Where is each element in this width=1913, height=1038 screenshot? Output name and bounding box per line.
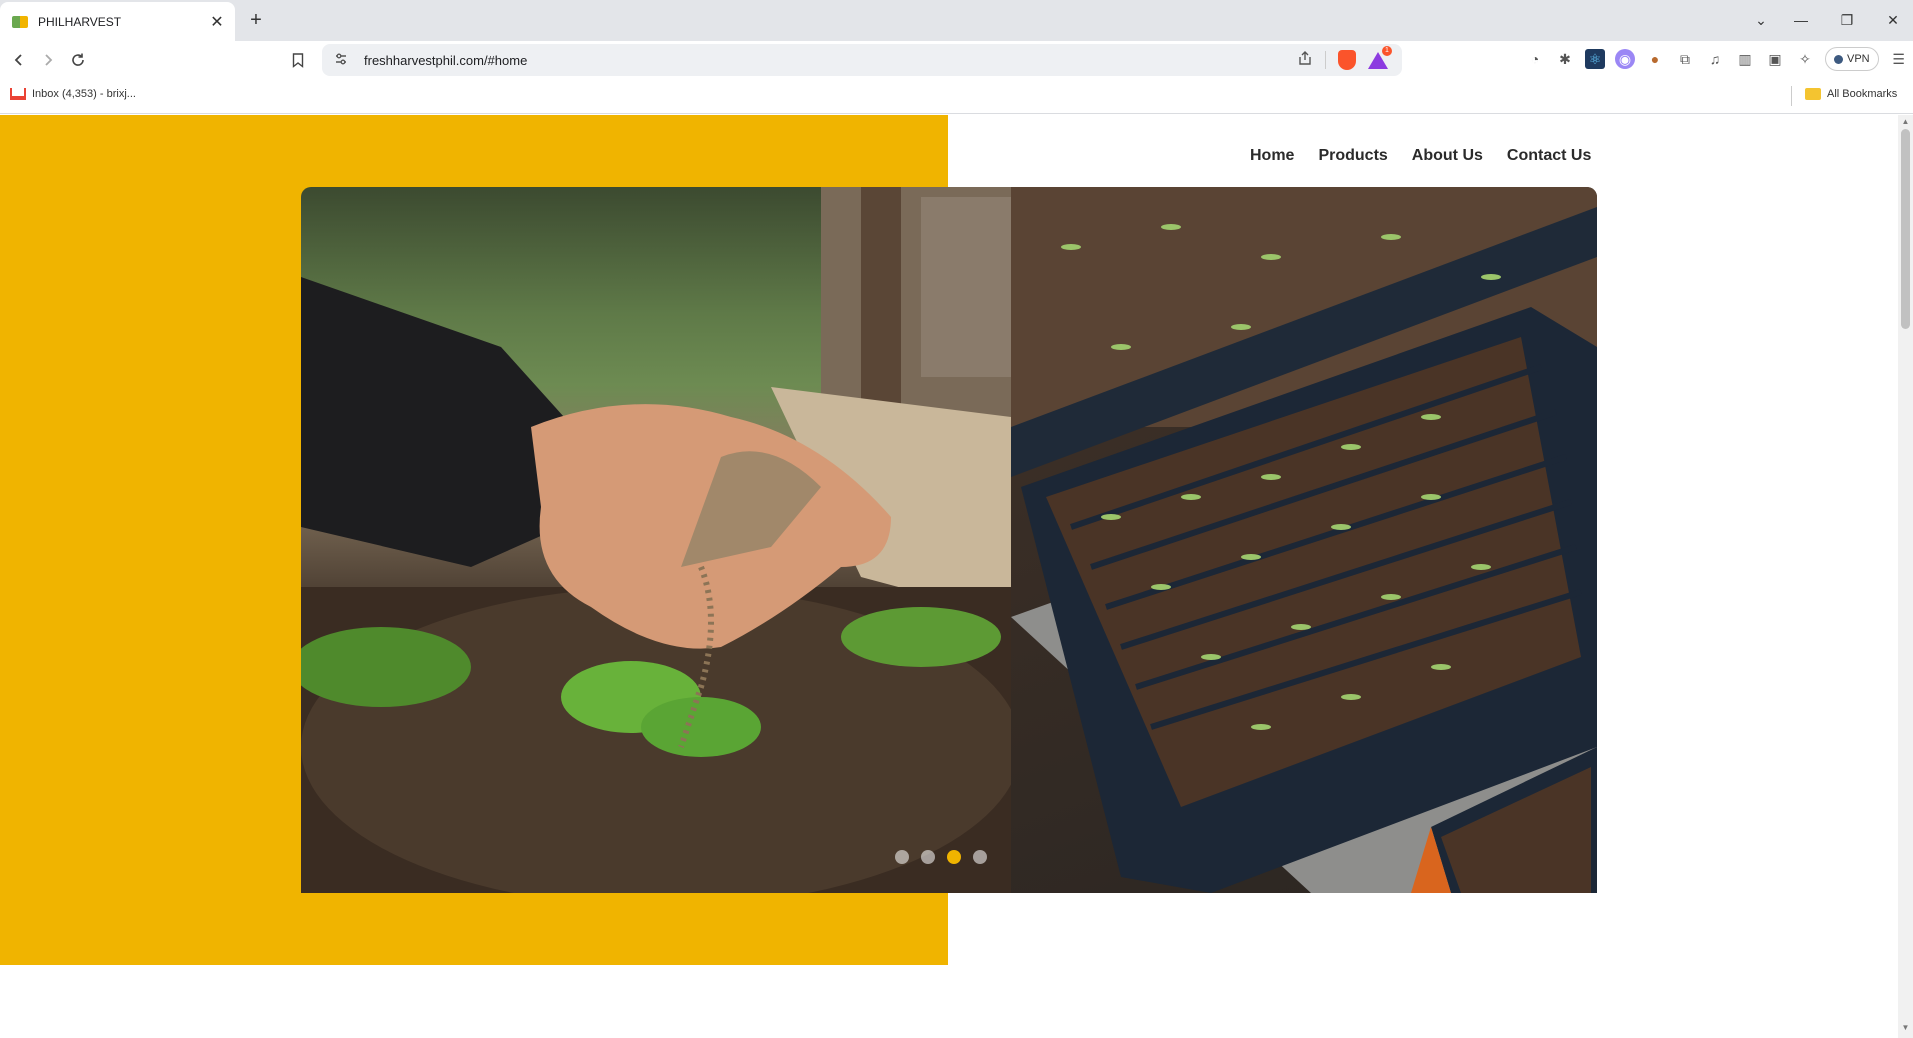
bookmarks-separator: [1791, 86, 1792, 106]
tab-title: PHILHARVEST: [38, 14, 122, 29]
back-button[interactable]: [5, 46, 33, 74]
sidebar-toggle-icon[interactable]: ▥: [1735, 49, 1755, 69]
slider-pagination: [895, 850, 987, 864]
rewards-badge: 1: [1382, 45, 1392, 56]
page-scrollbar[interactable]: ▲ ▼: [1898, 115, 1913, 1038]
site-navigation: Home Products About Us Contact Us: [1250, 147, 1591, 165]
close-tab-icon[interactable]: ✕: [205, 10, 229, 34]
slider-dot-2[interactable]: [921, 850, 935, 864]
bookmark-label: All Bookmarks: [1827, 88, 1898, 100]
forward-arrow-icon: [45, 54, 53, 66]
reload-button[interactable]: [64, 46, 92, 74]
nav-products-link[interactable]: Products: [1318, 147, 1387, 165]
scroll-down-icon[interactable]: ▼: [1901, 1023, 1910, 1033]
nav-about-link[interactable]: About Us: [1412, 147, 1483, 165]
bookmark-icon: [292, 52, 304, 68]
url-text[interactable]: freshharvestphil.com/#home: [364, 53, 1297, 68]
hand-sowing-seeds-image: [301, 187, 1011, 893]
bug-extension-icon[interactable]: ✱: [1555, 49, 1575, 69]
share-icon[interactable]: [1297, 50, 1313, 71]
extensions-puzzle-icon[interactable]: ⧉: [1675, 49, 1695, 69]
cookie-extension-icon[interactable]: ●: [1645, 49, 1665, 69]
dark-reader-icon[interactable]: ◔: [1525, 49, 1545, 69]
media-music-icon[interactable]: ♫: [1705, 49, 1725, 69]
extensions-bar: ◔ ✱ ⚛ ◉ ● ⧉ ♫ ▥ ▣ ✧ VPN ☰: [1525, 47, 1909, 71]
divider: [1325, 51, 1326, 69]
nav-contact-link[interactable]: Contact Us: [1507, 147, 1591, 165]
vpn-label: VPN: [1847, 53, 1870, 65]
restore-button[interactable]: ❐: [1829, 6, 1865, 34]
all-bookmarks-folder[interactable]: All Bookmarks: [1805, 88, 1897, 100]
scroll-up-icon[interactable]: ▲: [1901, 117, 1910, 127]
minimize-button[interactable]: —: [1783, 6, 1819, 34]
vpn-status-icon: [1834, 54, 1843, 64]
hero-image-slider[interactable]: [301, 187, 1597, 893]
slider-dot-1[interactable]: [895, 850, 909, 864]
bookmark-page-button[interactable]: [284, 46, 312, 74]
folder-icon: [1805, 88, 1821, 100]
react-devtools-icon[interactable]: ⚛: [1585, 49, 1605, 69]
scrollbar-thumb[interactable]: [1901, 129, 1910, 329]
ai-assistant-icon[interactable]: ◉: [1615, 49, 1635, 69]
brave-shields-icon[interactable]: [1338, 50, 1356, 70]
gmail-icon: [10, 88, 26, 100]
bookmarks-bar: Inbox (4,353) - brixj... All Bookmarks: [0, 79, 1913, 114]
back-arrow-icon: [14, 54, 22, 66]
brave-rewards-icon[interactable]: 1: [1368, 45, 1392, 69]
new-tab-button[interactable]: +: [244, 8, 268, 32]
seedling-trays-image: [1011, 187, 1597, 893]
slider-dot-3-active[interactable]: [947, 850, 961, 864]
browser-toolbar: freshharvestphil.com/#home 1 ◔ ✱ ⚛ ◉ ● ⧉…: [0, 41, 1913, 79]
web-page: Home Products About Us Contact Us: [0, 115, 1898, 1038]
menu-hamburger-icon[interactable]: ☰: [1889, 49, 1909, 69]
forward-button[interactable]: [34, 46, 62, 74]
browser-tab[interactable]: PHILHARVEST ✕: [0, 2, 235, 41]
wallet-icon[interactable]: ▣: [1765, 49, 1785, 69]
bookmark-label: Inbox (4,353) - brixj...: [32, 88, 136, 100]
address-bar[interactable]: freshharvestphil.com/#home 1: [322, 44, 1402, 76]
site-favicon-icon: [12, 15, 28, 28]
slider-dot-4[interactable]: [973, 850, 987, 864]
site-info-icon[interactable]: [332, 52, 350, 69]
tab-search-dropdown-icon[interactable]: ⌄: [1743, 6, 1779, 34]
reload-icon: [72, 53, 84, 66]
vpn-button[interactable]: VPN: [1825, 47, 1879, 71]
nav-home-link[interactable]: Home: [1250, 147, 1294, 165]
close-window-button[interactable]: ✕: [1875, 6, 1911, 34]
bookmark-gmail-inbox[interactable]: Inbox (4,353) - brixj...: [10, 88, 136, 100]
leo-ai-icon[interactable]: ✧: [1795, 49, 1815, 69]
tab-strip: PHILHARVEST ✕ + ⌄ — ❐ ✕: [0, 0, 1913, 41]
